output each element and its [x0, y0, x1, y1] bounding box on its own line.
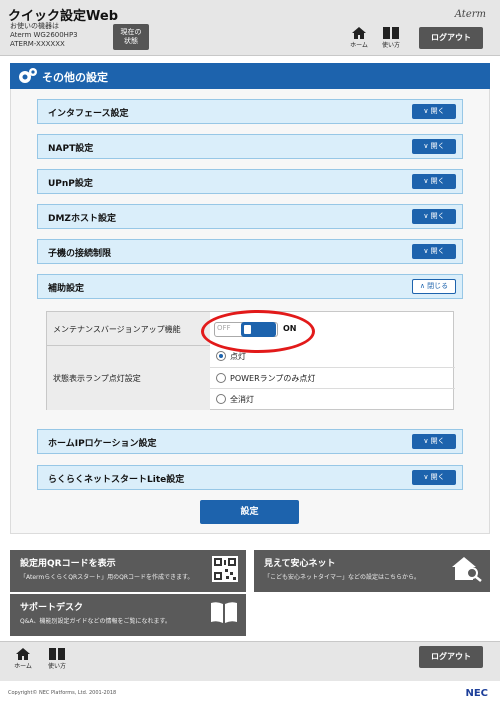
- qr-code-icon: [212, 556, 238, 582]
- open-button[interactable]: ∨ 開く: [412, 244, 456, 259]
- footer-help-button[interactable]: 使い方: [44, 647, 70, 673]
- aterm-logo: Aterm: [454, 9, 486, 20]
- chevron-down-icon: ∨: [423, 142, 431, 150]
- accordion-napt[interactable]: NAPT設定 ∨ 開く: [37, 134, 463, 159]
- submit-button[interactable]: 設定: [200, 500, 299, 524]
- close-button[interactable]: ∧ 閉じる: [412, 279, 456, 294]
- footer-home-button[interactable]: ホーム: [10, 647, 36, 673]
- radio[interactable]: [216, 373, 226, 383]
- open-button[interactable]: ∨ 開く: [412, 104, 456, 119]
- chevron-down-icon: ∨: [423, 247, 431, 255]
- open-button[interactable]: ∨ 開く: [412, 434, 456, 449]
- accordion-interface[interactable]: インタフェース設定 ∨ 開く: [37, 99, 463, 124]
- radio-selected[interactable]: [216, 351, 226, 361]
- footer-nav: ホーム 使い方 ログアウト: [0, 641, 500, 681]
- qr-code-tile[interactable]: 設定用QRコードを表示 「AtermらくらくQRスタート」用のQRコードを作成で…: [10, 550, 246, 592]
- chevron-down-icon: ∨: [423, 177, 431, 185]
- accordion-upnp[interactable]: UPnP設定 ∨ 開く: [37, 169, 463, 194]
- book-icon: [211, 602, 237, 623]
- current-status-button[interactable]: 現在の 状態: [113, 24, 149, 50]
- open-button[interactable]: ∨ 開く: [412, 470, 456, 485]
- chevron-down-icon: ∨: [423, 212, 431, 220]
- lamp-label-cell: 状態表示ランプ点灯設定: [47, 346, 210, 410]
- home-icon: [352, 27, 366, 39]
- chevron-down-icon: ∨: [423, 107, 431, 115]
- copyright: Copyright© NEC Platforms, Ltd. 2001-2018: [8, 690, 117, 696]
- lamp-option-power-only[interactable]: POWERランプのみ点灯: [210, 367, 455, 388]
- lamp-option-all-off[interactable]: 全消灯: [210, 388, 455, 409]
- accordion-dmz[interactable]: DMZホスト設定 ∨ 開く: [37, 204, 463, 229]
- device-info: お使いの機器は Aterm WG2600HP3 ATERM-XXXXXX: [10, 22, 78, 48]
- accordion-child-limit[interactable]: 子機の接続制限 ∨ 開く: [37, 239, 463, 264]
- gear-icon: [19, 68, 37, 83]
- chevron-down-icon: ∨: [423, 473, 431, 481]
- safe-net-tile[interactable]: 見えて安心ネット 「こども安心ネットタイマー」などの設定はこちらから。: [254, 550, 490, 592]
- support-desk-tile[interactable]: サポートデスク Q&A、機能別設定ガイドなどの情報をご覧になれます。: [10, 594, 246, 636]
- section-title: その他の設定: [42, 71, 108, 84]
- help-button[interactable]: 使い方: [378, 26, 404, 52]
- logout-button[interactable]: ログアウト: [419, 27, 483, 49]
- home-icon: [16, 648, 30, 660]
- section-header: その他の設定: [10, 63, 490, 89]
- highlight-ring: [201, 310, 315, 353]
- radio[interactable]: [216, 394, 226, 404]
- home-button[interactable]: ホーム: [346, 26, 372, 52]
- chevron-down-icon: ∨: [423, 437, 431, 445]
- maintenance-label-cell: メンテナンスバージョンアップ機能: [47, 312, 210, 346]
- open-button[interactable]: ∨ 開く: [412, 209, 456, 224]
- accordion-home-ip[interactable]: ホームIPロケーション設定 ∨ 開く: [37, 429, 463, 454]
- accordion-aux[interactable]: 補助設定 ∧ 閉じる: [37, 274, 463, 299]
- open-button[interactable]: ∨ 開く: [412, 139, 456, 154]
- nec-logo: NEC: [465, 688, 488, 699]
- book-icon: [49, 648, 65, 660]
- open-button[interactable]: ∨ 開く: [412, 174, 456, 189]
- header: クイック設定Web お使いの機器は Aterm WG2600HP3 ATERM-…: [0, 0, 500, 56]
- accordion-rakuraku[interactable]: らくらくネットスタートLite設定 ∨ 開く: [37, 465, 463, 490]
- book-icon: [383, 27, 399, 39]
- footer-logout-button[interactable]: ログアウト: [419, 646, 483, 668]
- house-search-icon: [452, 557, 482, 582]
